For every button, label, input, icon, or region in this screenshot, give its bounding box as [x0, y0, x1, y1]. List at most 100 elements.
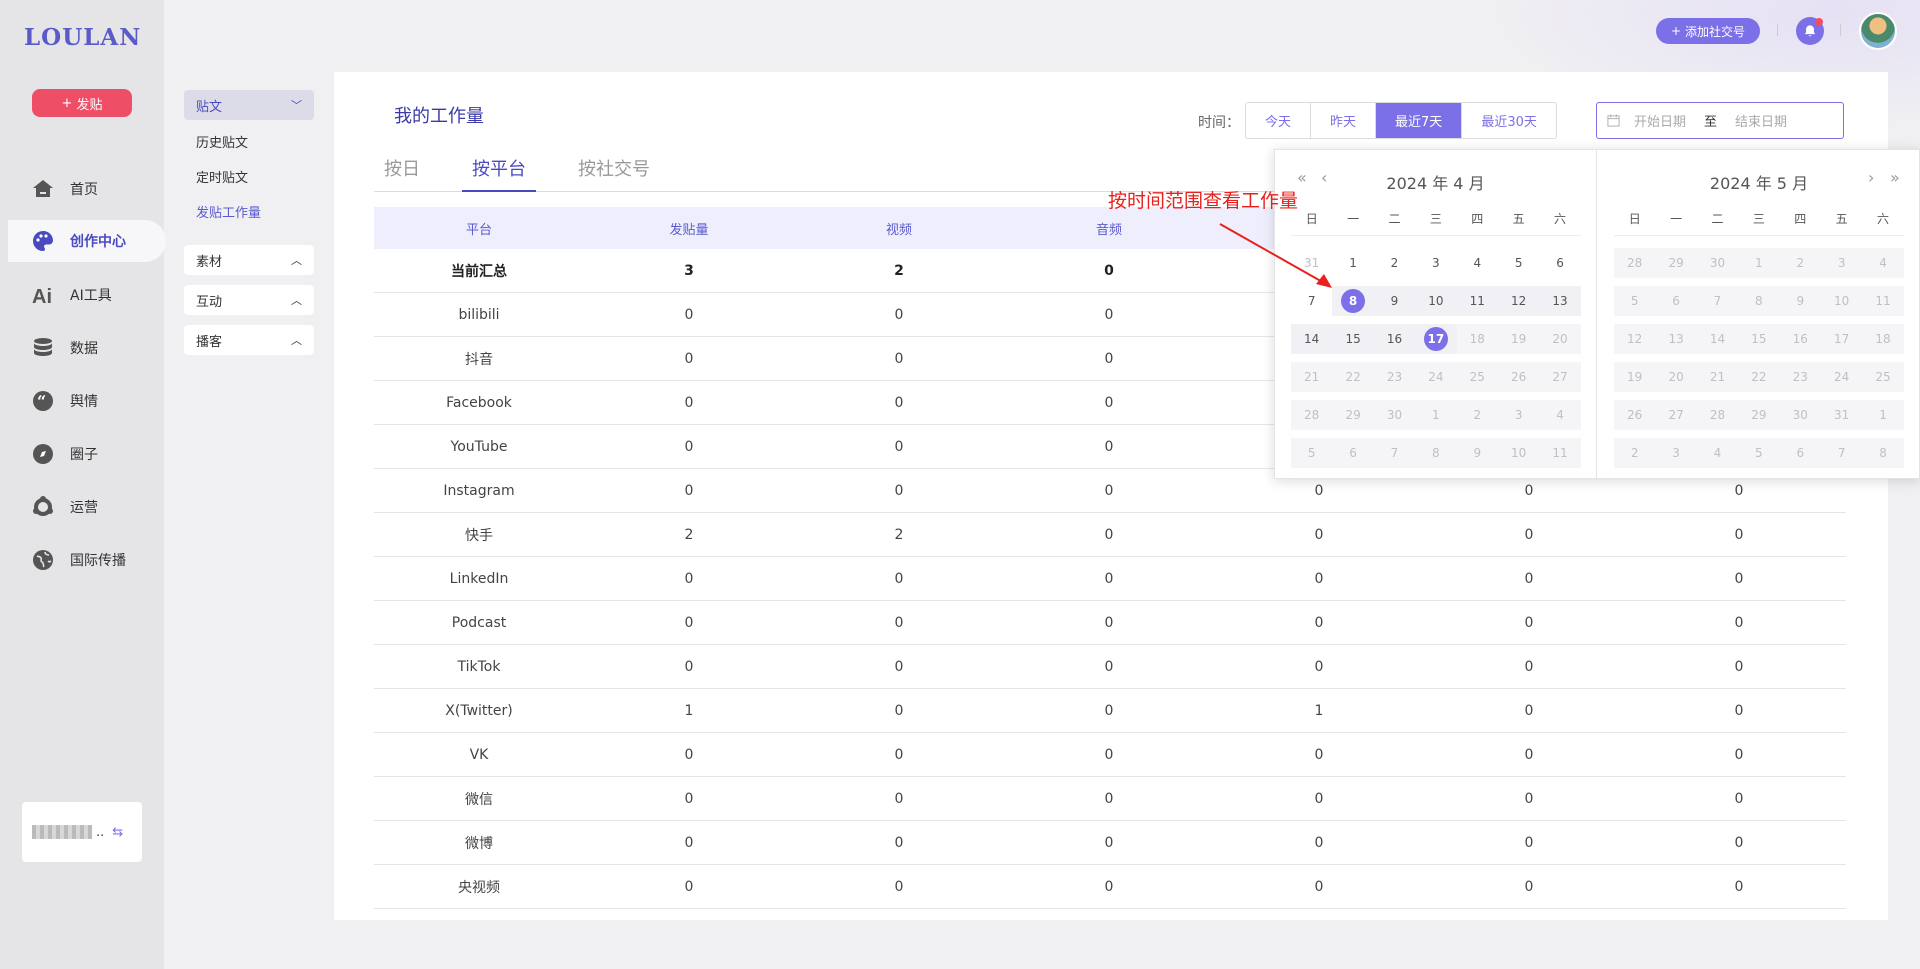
range-button-1[interactable]: 昨天: [1311, 103, 1377, 138]
calendar-day[interactable]: 4: [1457, 248, 1498, 278]
calendar-day[interactable]: 11: [1539, 438, 1581, 468]
calendar-day[interactable]: 4: [1539, 400, 1581, 430]
calendar-day[interactable]: 27: [1655, 400, 1697, 430]
table-header-cell[interactable]: 平台: [374, 219, 584, 238]
calendar-day[interactable]: 18: [1862, 324, 1904, 354]
subnav-group-material[interactable]: 素材 ︿: [184, 245, 314, 275]
calendar-day[interactable]: 1: [1738, 248, 1780, 278]
calendar-day[interactable]: 5: [1498, 248, 1539, 278]
range-button-0[interactable]: 今天: [1246, 103, 1312, 138]
calendar-day[interactable]: 17: [1820, 324, 1863, 354]
calendar-day[interactable]: 23: [1373, 362, 1416, 392]
table-header-cell[interactable]: 发贴量: [584, 219, 794, 238]
calendar-day[interactable]: 6: [1779, 438, 1821, 468]
calendar-day[interactable]: 22: [1738, 362, 1780, 392]
nav-item-cluster[interactable]: 运营: [0, 480, 164, 533]
calendar-day[interactable]: 16: [1373, 324, 1416, 354]
calendar-day[interactable]: 20: [1539, 324, 1581, 354]
calendar-day[interactable]: 29: [1332, 400, 1374, 430]
calendar-day[interactable]: 21: [1291, 362, 1333, 392]
switch-icon[interactable]: ⇆: [112, 825, 123, 840]
calendar-day[interactable]: 26: [1614, 400, 1656, 430]
calendar-day[interactable]: 6: [1332, 438, 1374, 468]
new-post-button[interactable]: + 发贴: [32, 89, 132, 117]
subnav-group-podcast[interactable]: 播客 ︿: [184, 325, 314, 355]
calendar-day[interactable]: 13: [1655, 324, 1697, 354]
calendar-day[interactable]: 7: [1820, 438, 1863, 468]
nav-item-quote[interactable]: “ 舆情: [0, 374, 164, 427]
calendar-day[interactable]: 30: [1696, 248, 1739, 278]
calendar-day[interactable]: 3: [1415, 248, 1456, 278]
calendar-day[interactable]: 9: [1456, 438, 1498, 468]
calendar-day[interactable]: 25: [1456, 362, 1498, 392]
calendar-day[interactable]: 17: [1415, 324, 1457, 354]
calendar-day[interactable]: 6: [1539, 248, 1580, 278]
nav-item-database[interactable]: 数据: [0, 321, 164, 374]
subnav-group-interact[interactable]: 互动 ︿: [184, 285, 314, 315]
calendar-day[interactable]: 14: [1291, 324, 1333, 354]
add-social-account-button[interactable]: + 添加社交号: [1656, 18, 1760, 44]
calendar-day[interactable]: 24: [1820, 362, 1863, 392]
calendar-day[interactable]: 9: [1373, 286, 1416, 316]
calendar-day[interactable]: 5: [1738, 438, 1780, 468]
calendar-day[interactable]: 8: [1862, 438, 1904, 468]
calendar-day[interactable]: 9: [1779, 286, 1821, 316]
calendar-day[interactable]: 20: [1655, 362, 1697, 392]
calendar-day[interactable]: 14: [1696, 324, 1739, 354]
calendar-day[interactable]: 5: [1291, 438, 1333, 468]
calendar-day[interactable]: 21: [1696, 362, 1739, 392]
calendar-day[interactable]: 26: [1497, 362, 1540, 392]
subnav-group-posts[interactable]: 贴文 ﹀: [184, 90, 314, 120]
calendar-day[interactable]: 3: [1820, 248, 1863, 278]
subnav-item-history[interactable]: 历史贴文: [184, 126, 314, 161]
calendar-day[interactable]: 4: [1862, 248, 1904, 278]
calendar-day[interactable]: 18: [1456, 324, 1498, 354]
logo[interactable]: LOULAN: [24, 24, 141, 51]
calendar-day[interactable]: 11: [1862, 286, 1904, 316]
calendar-day[interactable]: 19: [1497, 324, 1540, 354]
calendar-day[interactable]: 28: [1696, 400, 1739, 430]
table-header-cell[interactable]: 音频: [1004, 219, 1214, 238]
nav-item-globe[interactable]: 国际传播: [0, 533, 164, 586]
calendar-day[interactable]: 1: [1332, 248, 1373, 278]
account-switcher[interactable]: .. ⇆: [22, 802, 142, 862]
calendar-day[interactable]: 30: [1779, 400, 1821, 430]
calendar-day[interactable]: 12: [1614, 324, 1656, 354]
calendar-day[interactable]: 4: [1696, 438, 1739, 468]
user-avatar[interactable]: [1859, 12, 1897, 50]
nav-item-palette[interactable]: 创作中心: [8, 220, 166, 262]
calendar-day[interactable]: 8: [1415, 438, 1457, 468]
calendar-day[interactable]: 25: [1862, 362, 1904, 392]
calendar-day[interactable]: 23: [1779, 362, 1821, 392]
calendar-day[interactable]: 8: [1738, 286, 1780, 316]
start-date-input[interactable]: 开始日期: [1634, 111, 1686, 130]
tab-0[interactable]: 按日: [374, 156, 430, 192]
nav-item-ai[interactable]: Ai AI工具: [0, 268, 164, 321]
calendar-day[interactable]: 12: [1497, 286, 1540, 316]
calendar-day[interactable]: 10: [1497, 438, 1540, 468]
calendar-day[interactable]: 30: [1373, 400, 1416, 430]
calendar-day[interactable]: 10: [1415, 286, 1457, 316]
calendar-day[interactable]: 15: [1332, 324, 1374, 354]
end-date-input[interactable]: 结束日期: [1735, 111, 1787, 130]
subnav-item-scheduled[interactable]: 定时贴文: [184, 161, 314, 196]
calendar-day[interactable]: 27: [1539, 362, 1581, 392]
calendar-day[interactable]: 3: [1655, 438, 1697, 468]
calendar-day[interactable]: 11: [1456, 286, 1498, 316]
subnav-item-workload[interactable]: 发贴工作量: [184, 196, 314, 231]
calendar-day[interactable]: 24: [1415, 362, 1457, 392]
calendar-day[interactable]: 15: [1738, 324, 1780, 354]
calendar-day[interactable]: 28: [1291, 400, 1333, 430]
tab-2[interactable]: 按社交号: [568, 156, 660, 192]
calendar-day[interactable]: 2: [1374, 248, 1415, 278]
calendar-day[interactable]: 7: [1696, 286, 1739, 316]
calendar-day[interactable]: 1: [1415, 400, 1457, 430]
calendar-day[interactable]: 29: [1655, 248, 1697, 278]
nav-item-home[interactable]: 首页: [0, 162, 164, 215]
notification-bell-icon[interactable]: [1796, 17, 1824, 45]
calendar-day[interactable]: 19: [1614, 362, 1656, 392]
table-header-cell[interactable]: 视频: [794, 219, 1004, 238]
range-button-2[interactable]: 最近7天: [1376, 103, 1463, 138]
tab-1[interactable]: 按平台: [462, 156, 536, 192]
calendar-day[interactable]: 10: [1820, 286, 1863, 316]
